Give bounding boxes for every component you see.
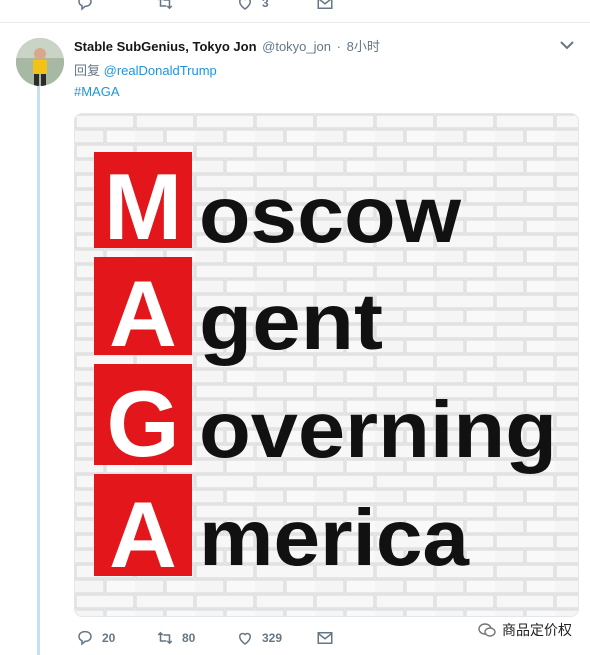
tweet-header: Stable SubGenius, Tokyo Jon @tokyo_jon ·…	[74, 36, 554, 56]
heart-icon	[238, 632, 252, 645]
dm-action[interactable]	[316, 629, 334, 647]
retweet-action[interactable]: 80	[156, 629, 195, 647]
like-action[interactable]: 329	[236, 629, 282, 647]
watermark-text: 商品定价权	[502, 622, 572, 638]
word-governing: overning	[199, 385, 557, 474]
word-moscow: oscow	[199, 170, 462, 259]
envelope-icon	[317, 632, 333, 644]
reply-action[interactable]: 20	[76, 629, 115, 647]
like-count: 329	[262, 631, 283, 645]
hashtag-link[interactable]: #MAGA	[74, 84, 120, 99]
previous-tweet-actions: 3	[0, 0, 590, 23]
user-handle[interactable]: @tokyo_jon	[262, 39, 331, 54]
reply-action-prev[interactable]	[76, 0, 102, 12]
like-action-prev[interactable]: 3	[236, 0, 269, 12]
retweet-icon	[157, 631, 173, 645]
letter-g: G	[106, 371, 179, 476]
retweet-icon	[158, 0, 173, 10]
avatar[interactable]	[16, 38, 64, 86]
envelope-icon	[317, 0, 333, 9]
maga-poster: M A G A oscow gent overning merica	[75, 114, 578, 616]
retweet-count: 80	[182, 631, 196, 645]
mention-link[interactable]: @realDonaldTrump	[104, 63, 217, 78]
avatar-photo	[16, 38, 64, 86]
reply-count: 20	[102, 631, 116, 645]
reply-icon	[78, 0, 92, 11]
word-agent: gent	[199, 277, 383, 366]
timestamp[interactable]: 8小时	[347, 39, 380, 54]
separator: ·	[336, 39, 341, 54]
chevron-down-icon[interactable]	[558, 38, 576, 52]
letter-a2: A	[109, 482, 177, 587]
heart-icon	[238, 0, 252, 10]
retweet-action-prev[interactable]	[156, 0, 182, 12]
letter-a1: A	[109, 261, 177, 366]
reply-icon	[78, 630, 92, 646]
reply-prefix: 回复	[74, 63, 101, 78]
letter-m: M	[104, 154, 182, 259]
wechat-icon	[478, 623, 496, 637]
tweet-image[interactable]: M A G A oscow gent overning merica	[74, 113, 579, 617]
display-name[interactable]: Stable SubGenius, Tokyo Jon	[74, 39, 257, 54]
reply-context: 回复 @realDonaldTrump	[74, 60, 217, 79]
word-america: merica	[199, 493, 470, 582]
dm-action-prev[interactable]	[316, 0, 334, 12]
watermark: 商品定价权	[478, 620, 572, 640]
thread-line	[37, 86, 40, 655]
